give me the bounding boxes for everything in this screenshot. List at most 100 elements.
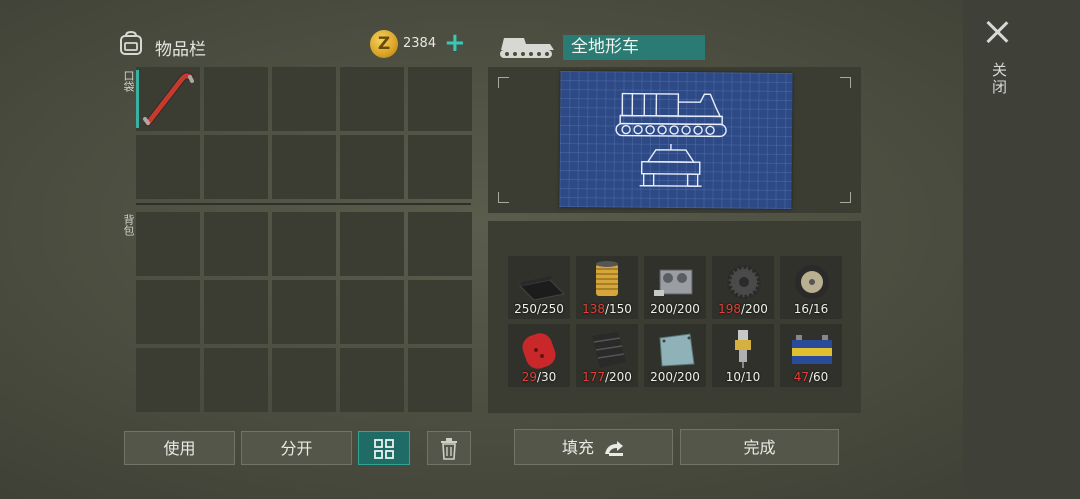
inventory-slot[interactable] — [136, 348, 200, 412]
inventory-title: 物品栏 — [155, 40, 206, 60]
material-count: 200/200 — [644, 370, 706, 384]
inventory-slot[interactable] — [408, 348, 472, 412]
inventory-slot[interactable] — [408, 212, 472, 276]
material-current: 198 — [718, 302, 741, 316]
inventory-slot[interactable] — [204, 348, 268, 412]
inventory-slot[interactable] — [272, 348, 336, 412]
material-count: 47/60 — [780, 370, 842, 384]
split-button[interactable]: 分开 — [241, 431, 352, 465]
material-count: 200/200 — [644, 302, 706, 316]
material-required: /200 — [672, 302, 700, 316]
pocket-grid — [136, 67, 472, 199]
delete-button[interactable] — [427, 431, 471, 465]
material-slot[interactable]: 47/60 — [780, 324, 842, 387]
pocket-label: 口袋 — [122, 70, 135, 92]
inventory-slot[interactable] — [340, 348, 404, 412]
material-slot[interactable]: 177/200 — [576, 324, 638, 387]
material-count: 10/10 — [712, 370, 774, 384]
auto-sort-button[interactable] — [358, 431, 410, 465]
inventory-slot[interactable] — [340, 212, 404, 276]
section-divider — [136, 203, 471, 205]
material-count: 138/150 — [576, 302, 638, 316]
vehicle-blueprint — [559, 70, 793, 210]
inventory-slot[interactable] — [272, 280, 336, 344]
car-battery-icon — [792, 335, 832, 364]
gear-icon — [727, 265, 761, 299]
backpack-label: 背包 — [122, 214, 135, 236]
close-button[interactable]: 关闭 — [975, 18, 1019, 102]
oil-filter-icon — [596, 261, 618, 296]
close-label: 关闭 — [990, 62, 1008, 96]
material-count: 250/250 — [508, 302, 570, 316]
inventory-slot[interactable] — [136, 135, 200, 199]
currency-amount: 2384 — [403, 36, 437, 51]
material-count: 16/16 — [780, 302, 842, 316]
material-slot[interactable]: 198/200 — [712, 256, 774, 319]
inventory-slot[interactable] — [340, 67, 404, 131]
material-slot[interactable]: 200/200 — [644, 256, 706, 319]
inventory-slot[interactable] — [408, 67, 472, 131]
inventory-slot[interactable] — [136, 280, 200, 344]
frame-corner — [840, 77, 851, 88]
grid-sort-icon — [374, 439, 394, 459]
inventory-slot[interactable] — [204, 212, 268, 276]
inventory-slot[interactable] — [204, 135, 268, 199]
inventory-slot[interactable] — [136, 67, 200, 131]
add-currency-button[interactable]: + — [444, 28, 466, 58]
material-required: /150 — [604, 302, 632, 316]
material-slot[interactable]: 16/16 — [780, 256, 842, 319]
material-required: /200 — [740, 302, 768, 316]
close-icon — [985, 20, 1009, 44]
fill-button[interactable]: 填充 — [514, 429, 673, 465]
fill-arrow-icon — [605, 440, 624, 456]
inventory-slot[interactable] — [272, 67, 336, 131]
vehicle-icon — [500, 38, 554, 58]
frame-corner — [498, 192, 509, 203]
material-current: 16 — [793, 302, 809, 316]
inventory-slot[interactable] — [408, 280, 472, 344]
material-current: 200 — [650, 302, 673, 316]
inventory-slot[interactable] — [272, 135, 336, 199]
material-current: 10 — [725, 370, 741, 384]
inventory-slot[interactable] — [340, 135, 404, 199]
inventory-slot[interactable] — [204, 280, 268, 344]
engine-block-icon — [654, 269, 693, 296]
inventory-slot[interactable] — [272, 212, 336, 276]
material-slot[interactable]: 10/10 — [712, 324, 774, 387]
backpack-grid — [136, 212, 472, 412]
frame-corner — [498, 77, 509, 88]
material-required: /30 — [536, 370, 557, 384]
done-button[interactable]: 完成 — [680, 429, 839, 465]
currency-display: Z 2384 + — [370, 28, 470, 58]
material-count: 198/200 — [712, 302, 774, 316]
inventory-slot[interactable] — [204, 67, 268, 131]
material-slot[interactable]: 29/30 — [508, 324, 570, 387]
material-slot[interactable]: 250/250 — [508, 256, 570, 319]
metal-plate-icon — [659, 333, 695, 367]
use-button[interactable]: 使用 — [124, 431, 235, 465]
material-slot[interactable]: 200/200 — [644, 324, 706, 387]
material-current: 177 — [582, 370, 605, 384]
material-required: /200 — [672, 370, 700, 384]
frame-corner — [840, 192, 851, 203]
backpack-icon — [120, 30, 142, 55]
spark-plug-icon — [735, 330, 751, 368]
material-current: 250 — [514, 302, 537, 316]
inventory-slot[interactable] — [136, 212, 200, 276]
gas-cylinder-icon — [522, 333, 556, 369]
material-required: /200 — [604, 370, 632, 384]
trash-icon — [441, 438, 457, 460]
material-current: 200 — [650, 370, 673, 384]
material-current: 29 — [521, 370, 537, 384]
material-count: 177/200 — [576, 370, 638, 384]
pocket-selection-marker — [136, 70, 139, 128]
inventory-slot[interactable] — [340, 280, 404, 344]
fill-label: 填充 — [561, 438, 594, 457]
blueprint-drawing — [615, 92, 727, 187]
inventory-slot[interactable] — [408, 135, 472, 199]
crowbar-icon — [143, 72, 194, 127]
material-slot[interactable]: 138/150 — [576, 256, 638, 319]
vehicle-name: 全地形车 — [563, 35, 705, 60]
material-count: 29/30 — [508, 370, 570, 384]
material-required: /10 — [740, 370, 761, 384]
